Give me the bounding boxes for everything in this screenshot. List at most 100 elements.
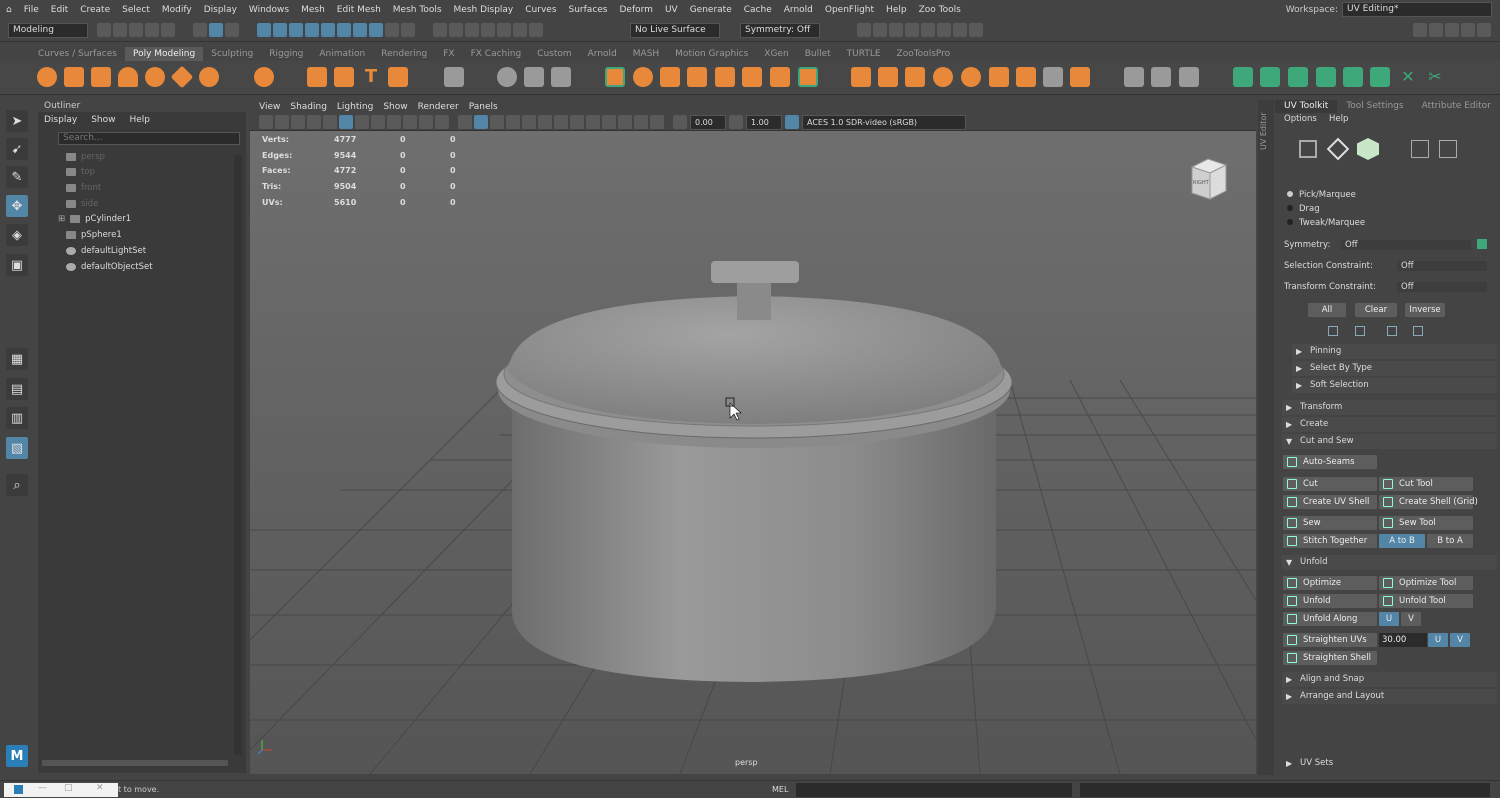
- panel-toggle-icon[interactable]: [1413, 23, 1427, 37]
- depth-of-field-icon[interactable]: [586, 115, 600, 129]
- uv-planar-icon[interactable]: [1233, 67, 1253, 87]
- connect-icon[interactable]: [1179, 67, 1199, 87]
- cut-button[interactable]: Cut: [1283, 477, 1377, 491]
- history-icon[interactable]: [528, 23, 543, 37]
- menu-surfaces[interactable]: Surfaces: [563, 5, 614, 15]
- menu-cache[interactable]: Cache: [738, 5, 778, 15]
- backface-icon[interactable]: [650, 115, 664, 129]
- chamfer-icon[interactable]: [989, 67, 1009, 87]
- poly-plane-icon[interactable]: [170, 65, 194, 89]
- arnold-render-icon[interactable]: [937, 23, 951, 37]
- a-to-b-toggle[interactable]: A to B: [1379, 534, 1425, 548]
- panel-toggle-icon[interactable]: [1429, 23, 1443, 37]
- shelf-tab-sculpting[interactable]: Sculpting: [203, 47, 261, 61]
- snap-view-icon[interactable]: [480, 23, 495, 37]
- taskbar-thumbnail[interactable]: — □ ✕: [4, 783, 118, 797]
- select-hierarchy-icon[interactable]: [192, 23, 207, 37]
- select-mask-icon[interactable]: [272, 23, 287, 37]
- sew-button[interactable]: Sew: [1283, 516, 1377, 530]
- section-transform[interactable]: ▶ Transform: [1282, 400, 1497, 415]
- uv-editor-side-tab[interactable]: UV Editor: [1258, 100, 1274, 775]
- vp-menu-view[interactable]: View: [256, 100, 283, 114]
- color-management-icon[interactable]: [785, 115, 799, 129]
- wireframe-on-shaded-icon[interactable]: [490, 115, 504, 129]
- shelf-tab-motion-graphics[interactable]: Motion Graphics: [667, 47, 756, 61]
- clear-selection-button[interactable]: Clear: [1355, 303, 1397, 317]
- new-scene-icon[interactable]: [97, 23, 111, 37]
- smooth-shade-icon[interactable]: [474, 115, 488, 129]
- undo-icon[interactable]: [145, 23, 159, 37]
- render-settings-icon[interactable]: [889, 23, 903, 37]
- select-mask-icon[interactable]: [304, 23, 319, 37]
- transform-constraint-dropdown[interactable]: Off: [1397, 282, 1487, 292]
- radio-tweak-marquee[interactable]: Tweak/Marquee: [1287, 218, 1365, 228]
- outliner-layout-icon[interactable]: ▧: [6, 437, 28, 459]
- bridge-icon[interactable]: [878, 67, 898, 87]
- outliner-menu-display[interactable]: Display: [44, 112, 77, 128]
- poly-cylinder-icon[interactable]: [91, 67, 111, 87]
- section-cut-and-sew[interactable]: ▼ Cut and Sew: [1282, 434, 1497, 449]
- unfold-tool-button[interactable]: Unfold Tool: [1379, 594, 1473, 608]
- optimize-button[interactable]: Optimize: [1283, 576, 1377, 590]
- shelf-tab-bullet[interactable]: Bullet: [797, 47, 839, 61]
- collapse-icon[interactable]: [1070, 67, 1090, 87]
- grease-pencil-icon[interactable]: [323, 115, 337, 129]
- shadows-icon[interactable]: [538, 115, 552, 129]
- snap-surface-icon[interactable]: [496, 23, 511, 37]
- tab-uv-toolkit[interactable]: UV Toolkit: [1275, 100, 1338, 113]
- panel-toggle-icon[interactable]: [1445, 23, 1459, 37]
- xray-joints-icon[interactable]: [634, 115, 648, 129]
- grid-toggle-icon[interactable]: [339, 115, 353, 129]
- shelf-tab-arnold[interactable]: Arnold: [580, 47, 625, 61]
- view-cube[interactable]: RIGHT: [1188, 157, 1228, 201]
- tab-attribute-editor[interactable]: Attribute Editor: [1413, 100, 1500, 113]
- select-mask-icon[interactable]: [368, 23, 383, 37]
- select-mask-icon[interactable]: [288, 23, 303, 37]
- snap-magnet-icon[interactable]: [512, 23, 527, 37]
- outliner-item-persp[interactable]: persp: [66, 149, 105, 164]
- rotate-tool-icon[interactable]: ◈: [6, 224, 28, 246]
- render-frame-icon[interactable]: [857, 23, 871, 37]
- panel-toggle-icon[interactable]: [1477, 23, 1491, 37]
- ambient-occlusion-icon[interactable]: [554, 115, 568, 129]
- radio-drag[interactable]: Drag: [1287, 204, 1320, 214]
- invert-selection-button[interactable]: Inverse: [1405, 303, 1445, 317]
- straighten-angle-field[interactable]: 30.00: [1379, 633, 1427, 647]
- gate-mask-icon[interactable]: [387, 115, 401, 129]
- menu-edit-mesh[interactable]: Edit Mesh: [331, 5, 387, 15]
- select-shell-icon[interactable]: [1413, 326, 1423, 336]
- select-all-button[interactable]: All: [1308, 303, 1346, 317]
- shelf-tab-fx[interactable]: FX: [435, 47, 462, 61]
- maya-home-icon[interactable]: ⌂: [0, 5, 18, 15]
- camera-attr-icon[interactable]: [259, 115, 273, 129]
- unfold-along-u-toggle[interactable]: U: [1379, 612, 1399, 626]
- combine-icon[interactable]: [444, 67, 464, 87]
- retopology-icon[interactable]: [798, 67, 818, 87]
- exposure-icon[interactable]: [673, 115, 687, 129]
- two-pane-icon[interactable]: ▥: [6, 407, 28, 429]
- select-mask-icon[interactable]: [352, 23, 367, 37]
- menu-uv[interactable]: UV: [659, 5, 684, 15]
- menu-file[interactable]: File: [18, 5, 45, 15]
- triangulate-icon[interactable]: [715, 67, 735, 87]
- menu-edit[interactable]: Edit: [45, 5, 74, 15]
- render-view-icon[interactable]: [921, 23, 935, 37]
- outliner-item-pcylinder1[interactable]: ⊞ pCylinder1: [58, 211, 131, 226]
- uv-layout-icon[interactable]: [1370, 67, 1390, 87]
- bevel-icon[interactable]: [905, 67, 925, 87]
- open-scene-icon[interactable]: [113, 23, 127, 37]
- outliner-menu-show[interactable]: Show: [91, 112, 115, 128]
- separate-icon[interactable]: [497, 67, 517, 87]
- add-divisions-icon[interactable]: [961, 67, 981, 87]
- section-create[interactable]: ▶ Create: [1282, 417, 1497, 432]
- uv-unfold-icon[interactable]: ✕: [1398, 67, 1418, 87]
- menu-select[interactable]: Select: [116, 5, 156, 15]
- select-mask-icon[interactable]: [320, 23, 335, 37]
- scale-tool-icon[interactable]: ▣: [6, 254, 28, 276]
- outliner-item-front[interactable]: front: [66, 180, 101, 195]
- safe-action-icon[interactable]: [419, 115, 433, 129]
- boolean-union-icon[interactable]: [605, 67, 625, 87]
- straighten-shell-button[interactable]: Straighten Shell: [1283, 651, 1377, 665]
- sweep-mesh-icon[interactable]: [334, 67, 354, 87]
- multi-cut-icon[interactable]: [1124, 67, 1144, 87]
